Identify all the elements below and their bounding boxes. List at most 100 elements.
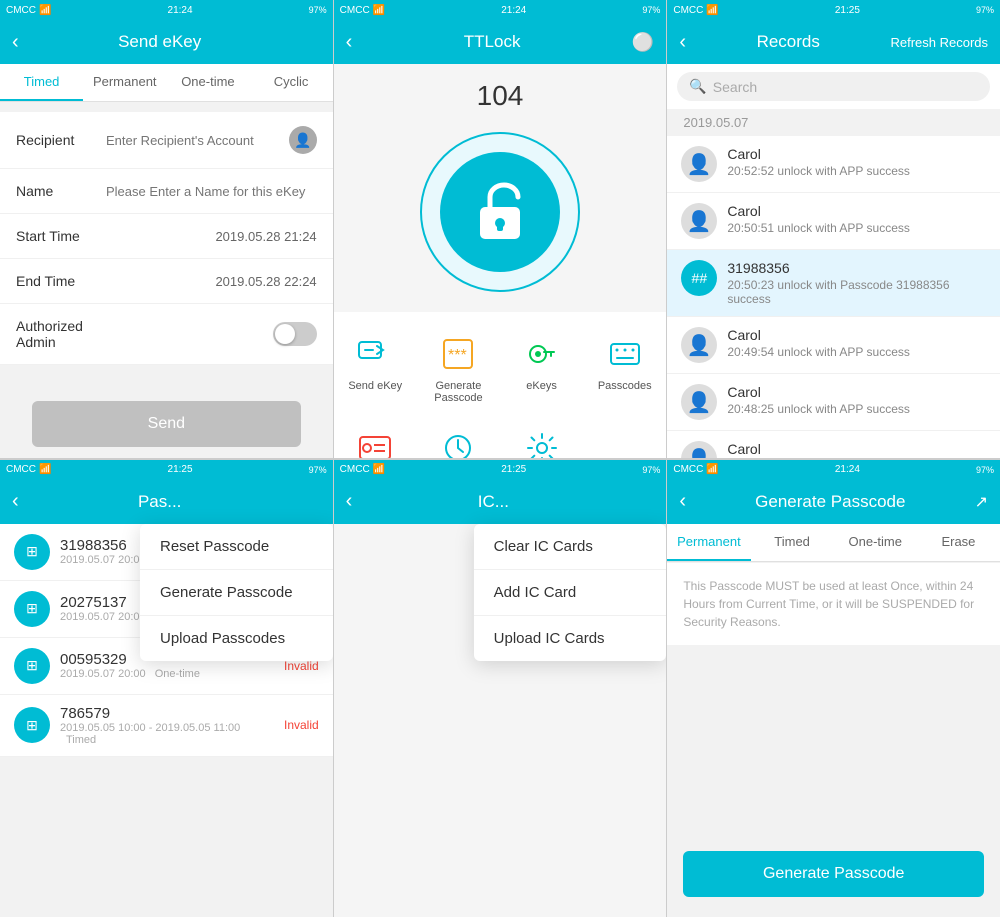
records-icon: [438, 428, 478, 458]
wifi-icon-2: 📶: [373, 5, 385, 16]
generate-passcode-item[interactable]: Generate Passcode: [140, 570, 333, 616]
action-generate-passcode[interactable]: *** Generate Passcode: [417, 322, 500, 416]
record-avatar-0: 👤: [681, 146, 717, 182]
passcode-icon-2: ⊞: [14, 648, 50, 684]
record-item-5: 👤 Carol 20:44:25 unlock with APP success: [667, 431, 1000, 458]
status-left-6: CMCC 📶: [673, 464, 718, 475]
action-send-ekey[interactable]: Send eKey: [334, 322, 417, 416]
search-input-wrap[interactable]: 🔍 Search: [677, 72, 990, 101]
gen-tab-erase[interactable]: Erase: [917, 524, 1000, 561]
battery-3: 97%: [976, 5, 994, 15]
ttlock-header: ‹ TTLock ⚪: [334, 20, 667, 64]
passcode-status-2: Invalid: [284, 659, 319, 673]
record-content-1: Carol 20:50:51 unlock with APP success: [727, 203, 986, 235]
gen-notice: This Passcode MUST be used at least Once…: [667, 563, 1000, 645]
recipient-input[interactable]: [106, 133, 289, 148]
tab-permanent[interactable]: Permanent: [83, 64, 166, 101]
ekeys-icon: [522, 334, 562, 374]
avatar-person-icon-4: 👤: [687, 390, 712, 415]
ekey-form: Recipient 👤 Name Start Time 2019.05.28 2…: [0, 112, 333, 365]
status-bar-2: CMCC 📶 21:24 97%: [334, 0, 667, 20]
ic-cards-header: ‹ IC...: [334, 480, 667, 524]
person-icon: 👤: [294, 132, 311, 149]
record-content-0: Carol 20:52:52 unlock with APP success: [727, 146, 986, 178]
gen-tab-permanent[interactable]: Permanent: [667, 524, 750, 561]
send-button[interactable]: Send: [32, 401, 301, 447]
gen-tab-bar: Permanent Timed One-time Erase: [667, 524, 1000, 562]
record-item-4: 👤 Carol 20:48:25 unlock with APP success: [667, 374, 1000, 431]
recipient-label: Recipient: [16, 132, 106, 148]
passcodes-icon: [605, 334, 645, 374]
reset-passcode-item[interactable]: Reset Passcode: [140, 524, 333, 570]
carrier: CMCC: [6, 5, 36, 16]
record-item-3: 👤 Carol 20:49:54 unlock with APP success: [667, 317, 1000, 374]
upload-passcodes-item[interactable]: Upload Passcodes: [140, 616, 333, 661]
records-screen: CMCC 📶 21:25 97% ‹ Records Refresh Recor…: [667, 0, 1000, 458]
wifi-icon-5: 📶: [373, 464, 385, 475]
passcode-content-3: 786579 2019.05.05 10:00 - 2019.05.05 11:…: [60, 705, 274, 746]
status-left: CMCC 📶: [6, 5, 51, 16]
tab-timed[interactable]: Timed: [0, 64, 83, 101]
lock-number: 104: [477, 64, 524, 122]
wifi-icon: 📶: [39, 5, 51, 16]
tab-cyclic[interactable]: Cyclic: [250, 64, 333, 101]
back-button-4[interactable]: ‹: [12, 490, 19, 513]
record-name-3: Carol: [727, 327, 986, 343]
wifi-icon-3: 📶: [706, 5, 718, 16]
add-ic-card-item[interactable]: Add IC Card: [474, 570, 667, 616]
passcodes-svg: [607, 336, 643, 372]
tab-one-time[interactable]: One-time: [166, 64, 249, 101]
status-right-5: 97%: [642, 465, 660, 475]
action-ekeys[interactable]: eKeys: [500, 322, 583, 416]
action-passcodes[interactable]: Passcodes: [583, 322, 666, 416]
record-name-4: Carol: [727, 384, 986, 400]
action-gen-passcode-label: Generate Passcode: [417, 380, 500, 404]
back-button-3[interactable]: ‹: [679, 31, 686, 54]
date-header: 2019.05.07: [667, 109, 1000, 136]
record-detail-0: 20:52:52 unlock with APP success: [727, 164, 986, 178]
recipient-icon: 👤: [289, 126, 317, 154]
name-input[interactable]: [106, 184, 317, 199]
ttlock-title: TTLock: [352, 32, 632, 52]
generate-passcode-button[interactable]: Generate Passcode: [683, 851, 984, 897]
passcode-dropdown-menu: Reset Passcode Generate Passcode Upload …: [140, 524, 333, 661]
grid-icon-2: ⊞: [26, 657, 38, 674]
back-button-6[interactable]: ‹: [679, 490, 686, 513]
passcode-icon-0: ⊞: [14, 534, 50, 570]
record-avatar-2: ##: [681, 260, 717, 296]
generate-passcode-title: Generate Passcode: [686, 492, 975, 512]
time-3: 21:25: [835, 5, 860, 16]
ekeys-svg: [524, 336, 560, 372]
back-button-5[interactable]: ‹: [346, 490, 353, 513]
gen-tab-one-time[interactable]: One-time: [834, 524, 917, 561]
status-left-3: CMCC 📶: [673, 5, 718, 16]
action-records[interactable]: Records: [417, 416, 500, 458]
share-icon[interactable]: ↗: [975, 492, 988, 512]
carrier-3: CMCC: [673, 5, 703, 16]
admin-toggle[interactable]: [273, 322, 317, 346]
generate-passcode-icon: ***: [438, 334, 478, 374]
back-button-2[interactable]: ‹: [346, 31, 353, 54]
action-settings[interactable]: Settings: [500, 416, 583, 458]
passcodes-screen: CMCC 📶 21:25 97% ‹ Pas... ⊞ 31988356 201…: [0, 460, 334, 917]
record-avatar-5: 👤: [681, 441, 717, 458]
upload-ic-cards-item[interactable]: Upload IC Cards: [474, 616, 667, 661]
recipient-row: Recipient 👤: [0, 112, 333, 169]
refresh-records-button[interactable]: Refresh Records: [890, 35, 988, 50]
lock-outer-circle: [420, 132, 580, 292]
action-ic-cards[interactable]: IC Cards: [334, 416, 417, 458]
send-ekey-icon: [355, 334, 395, 374]
back-button-1[interactable]: ‹: [12, 31, 19, 54]
clear-ic-cards-item[interactable]: Clear IC Cards: [474, 524, 667, 570]
record-item-0: 👤 Carol 20:52:52 unlock with APP success: [667, 136, 1000, 193]
status-bar-3: CMCC 📶 21:25 97%: [667, 0, 1000, 20]
action-passcodes-label: Passcodes: [598, 380, 652, 392]
gen-tab-timed[interactable]: Timed: [751, 524, 834, 561]
avatar-person-icon-3: 👤: [687, 333, 712, 358]
status-left-5: CMCC 📶: [340, 464, 385, 475]
profile-icon[interactable]: ⚪: [632, 32, 654, 53]
passcode-status-3: Invalid: [284, 718, 319, 732]
name-label: Name: [16, 183, 106, 199]
ttlock-screen: CMCC 📶 21:24 97% ‹ TTLock ⚪ 104: [334, 0, 668, 458]
status-left-4: CMCC 📶: [6, 464, 51, 475]
